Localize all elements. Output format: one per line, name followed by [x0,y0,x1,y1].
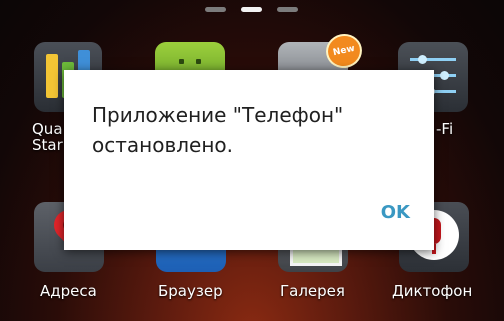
android-eye-right [196,59,201,64]
app-label-wifi: -Fi [436,120,454,138]
slider-line-1 [410,58,456,61]
slider-knob-2 [440,71,449,80]
dialog-message: Приложение "Телефон" остановлено. [92,100,412,160]
page-indicator [0,7,504,13]
app-label-browser: Браузер [158,282,223,300]
bar-yellow [46,54,58,98]
app-label-recorder: Диктофон [392,282,473,300]
dialog-message-line2: остановлено. [92,133,233,157]
app-label-maps: Адреса [40,282,97,300]
slider-knob-1 [418,55,427,64]
page-dot-3[interactable] [277,7,298,12]
app-label-quick-start-line2: Star [32,136,63,154]
app-label-gallery: Галерея [280,282,345,300]
android-eye-left [179,59,184,64]
dialog-message-line1: Приложение "Телефон" [92,103,344,127]
page-dot-1[interactable] [205,7,226,12]
page-dot-2-active[interactable] [241,7,262,12]
ok-button[interactable]: OK [379,198,412,227]
app-stopped-dialog: Приложение "Телефон" остановлено. OK [64,70,434,250]
